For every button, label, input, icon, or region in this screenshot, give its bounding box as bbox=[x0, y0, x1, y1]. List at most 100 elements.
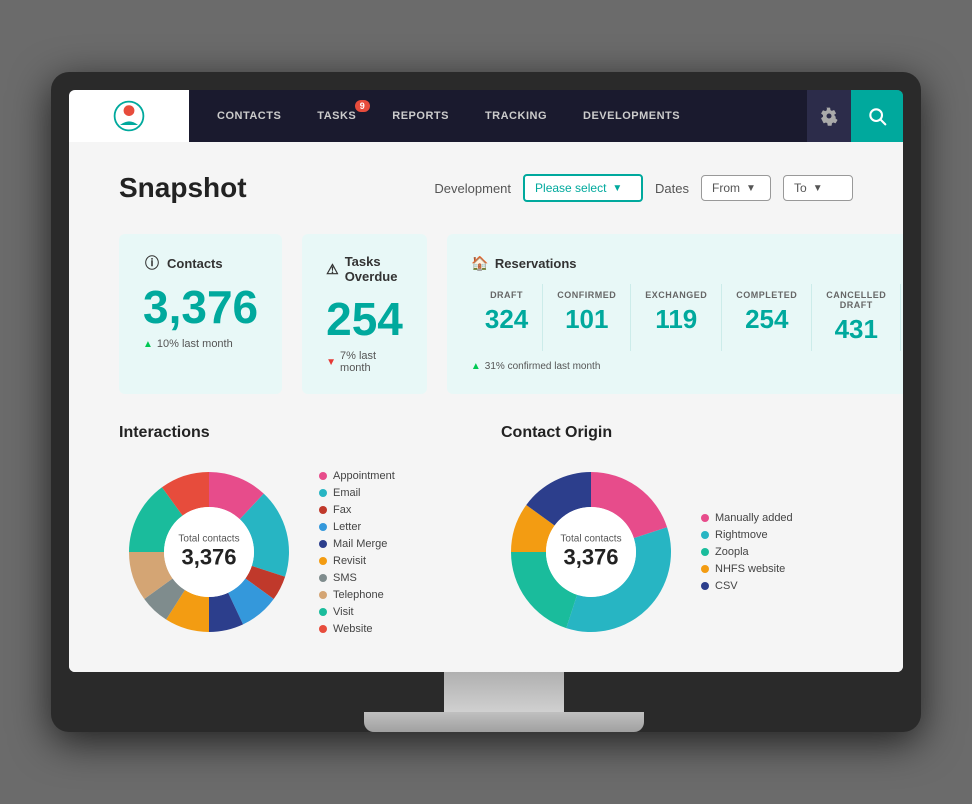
res-stat-item: DRAFT 324 bbox=[471, 284, 543, 351]
legend-item: Visit bbox=[319, 606, 395, 618]
from-select[interactable]: From ▼ bbox=[701, 175, 771, 201]
res-stat-value: 324 bbox=[485, 304, 528, 335]
interactions-total-label: Total contacts bbox=[178, 534, 239, 545]
nav-reports[interactable]: REPORTS bbox=[374, 90, 467, 142]
search-icon bbox=[867, 106, 887, 126]
interactions-donut: Total contacts 3,376 bbox=[119, 462, 299, 642]
search-button[interactable] bbox=[851, 90, 903, 142]
legend-dot bbox=[319, 472, 327, 480]
legend-label: Revisit bbox=[333, 555, 366, 567]
nav-contacts[interactable]: CONTACTS bbox=[199, 90, 299, 142]
legend-label: Fax bbox=[333, 504, 351, 516]
res-stat-label: COMPLETED bbox=[736, 290, 797, 300]
contact-origin-chart-area: Total contacts 3,376 Manually added Righ… bbox=[501, 462, 853, 642]
res-stat-label: CANCELLED DRAFT bbox=[826, 290, 886, 310]
logo-area bbox=[69, 90, 189, 142]
legend-label: CSV bbox=[715, 580, 738, 592]
logo-icon bbox=[111, 98, 147, 134]
res-stat-item: CANCELLED DRAFT 431 bbox=[812, 284, 901, 351]
legend-label: Website bbox=[333, 623, 373, 635]
nav-tasks[interactable]: TASKS 9 bbox=[299, 90, 374, 142]
chevron-down-icon: ▼ bbox=[746, 183, 756, 194]
res-stat-item: COMPLETED 254 bbox=[722, 284, 812, 351]
stats-row: ⓘ Contacts 3,376 ▲ 10% last month ⚠ Task… bbox=[119, 234, 853, 394]
legend-dot bbox=[319, 608, 327, 616]
legend-item: Appointment bbox=[319, 470, 395, 482]
tasks-sub: ▼ 7% last month bbox=[326, 350, 403, 374]
res-stat-item: CONFIRMED 101 bbox=[543, 284, 631, 351]
legend-item: Mail Merge bbox=[319, 538, 395, 550]
legend-item: CSV bbox=[701, 580, 793, 592]
legend-dot bbox=[319, 625, 327, 633]
nav-links: CONTACTS TASKS 9 REPORTS TRACKING DEVELO… bbox=[189, 90, 807, 142]
legend-item: Website bbox=[319, 623, 395, 635]
charts-row: Interactions Total contacts 3,376 Appoin… bbox=[119, 424, 853, 642]
contacts-sub: ▲ 10% last month bbox=[143, 338, 258, 350]
reservations-icon: 🏠 bbox=[471, 254, 489, 272]
contacts-icon: ⓘ bbox=[143, 254, 161, 272]
reservations-stats: DRAFT 324 CONFIRMED 101 EXCHANGED 119 CO… bbox=[471, 284, 903, 351]
monitor-stand bbox=[69, 672, 939, 732]
tasks-card: ⚠ Tasks Overdue 254 ▼ 7% last month bbox=[302, 234, 427, 394]
legend-dot bbox=[701, 531, 709, 539]
navbar: CONTACTS TASKS 9 REPORTS TRACKING DEVELO… bbox=[69, 90, 903, 142]
legend-item: Rightmove bbox=[701, 529, 793, 541]
res-stat-value: 254 bbox=[736, 304, 797, 335]
legend-label: SMS bbox=[333, 572, 357, 584]
development-select[interactable]: Please select ▼ bbox=[523, 174, 643, 202]
contacts-value: 3,376 bbox=[143, 284, 258, 330]
res-stat-label: DRAFT bbox=[485, 290, 528, 300]
legend-dot bbox=[319, 523, 327, 531]
legend-label: NHFS website bbox=[715, 563, 785, 575]
reservations-label: 🏠 Reservations bbox=[471, 254, 903, 272]
settings-button[interactable] bbox=[807, 90, 851, 142]
legend-dot bbox=[701, 565, 709, 573]
legend-item: Zoopla bbox=[701, 546, 793, 558]
res-stat-label: EXCHANGED bbox=[645, 290, 707, 300]
legend-item: Letter bbox=[319, 521, 395, 533]
interactions-chart-area: Total contacts 3,376 Appointment Email F… bbox=[119, 462, 471, 642]
legend-label: Letter bbox=[333, 521, 361, 533]
stand-base bbox=[364, 712, 644, 732]
res-stat-value: 431 bbox=[826, 314, 886, 345]
contacts-label: ⓘ Contacts bbox=[143, 254, 258, 272]
origin-total-label: Total contacts bbox=[560, 534, 621, 545]
legend-dot bbox=[701, 514, 709, 522]
origin-total-value: 3,376 bbox=[560, 545, 621, 571]
legend-dot bbox=[319, 540, 327, 548]
interactions-total-value: 3,376 bbox=[178, 545, 239, 571]
legend-dot bbox=[319, 574, 327, 582]
chevron-down-icon: ▼ bbox=[813, 183, 823, 194]
nav-developments[interactable]: DEVELOPMENTS bbox=[565, 90, 698, 142]
legend-item: Manually added bbox=[701, 512, 793, 524]
tasks-label: ⚠ Tasks Overdue bbox=[326, 254, 403, 284]
legend-item: Email bbox=[319, 487, 395, 499]
legend-item: SMS bbox=[319, 572, 395, 584]
legend-label: Appointment bbox=[333, 470, 395, 482]
gear-icon bbox=[819, 106, 839, 126]
contact-origin-title: Contact Origin bbox=[501, 424, 853, 442]
contact-origin-legend: Manually added Rightmove Zoopla NHFS web… bbox=[701, 512, 793, 592]
main-content: Snapshot Development Please select ▼ Dat… bbox=[69, 142, 903, 672]
res-stat-value: 101 bbox=[557, 304, 616, 335]
res-stat-item: CANCELLED 11 bbox=[901, 284, 903, 351]
reservations-footer: ▲ 31% confirmed last month bbox=[471, 361, 903, 372]
trend-down-icon: ▼ bbox=[326, 357, 336, 368]
legend-dot bbox=[701, 582, 709, 590]
development-label: Development bbox=[434, 181, 511, 196]
reservations-card: 🏠 Reservations DRAFT 324 CONFIRMED 101 E… bbox=[447, 234, 903, 394]
trend-up-icon: ▲ bbox=[471, 361, 481, 372]
interactions-title: Interactions bbox=[119, 424, 471, 442]
tasks-value: 254 bbox=[326, 296, 403, 342]
interactions-legend: Appointment Email Fax Letter Mail Merge … bbox=[319, 470, 395, 635]
to-select[interactable]: To ▼ bbox=[783, 175, 853, 201]
nav-right bbox=[807, 90, 903, 142]
legend-item: NHFS website bbox=[701, 563, 793, 575]
nav-tracking[interactable]: TRACKING bbox=[467, 90, 565, 142]
trend-up-icon: ▲ bbox=[143, 339, 153, 350]
legend-dot bbox=[319, 489, 327, 497]
filter-row: Development Please select ▼ Dates From ▼… bbox=[434, 174, 853, 202]
legend-label: Telephone bbox=[333, 589, 384, 601]
legend-label: Email bbox=[333, 487, 361, 499]
contacts-card: ⓘ Contacts 3,376 ▲ 10% last month bbox=[119, 234, 282, 394]
